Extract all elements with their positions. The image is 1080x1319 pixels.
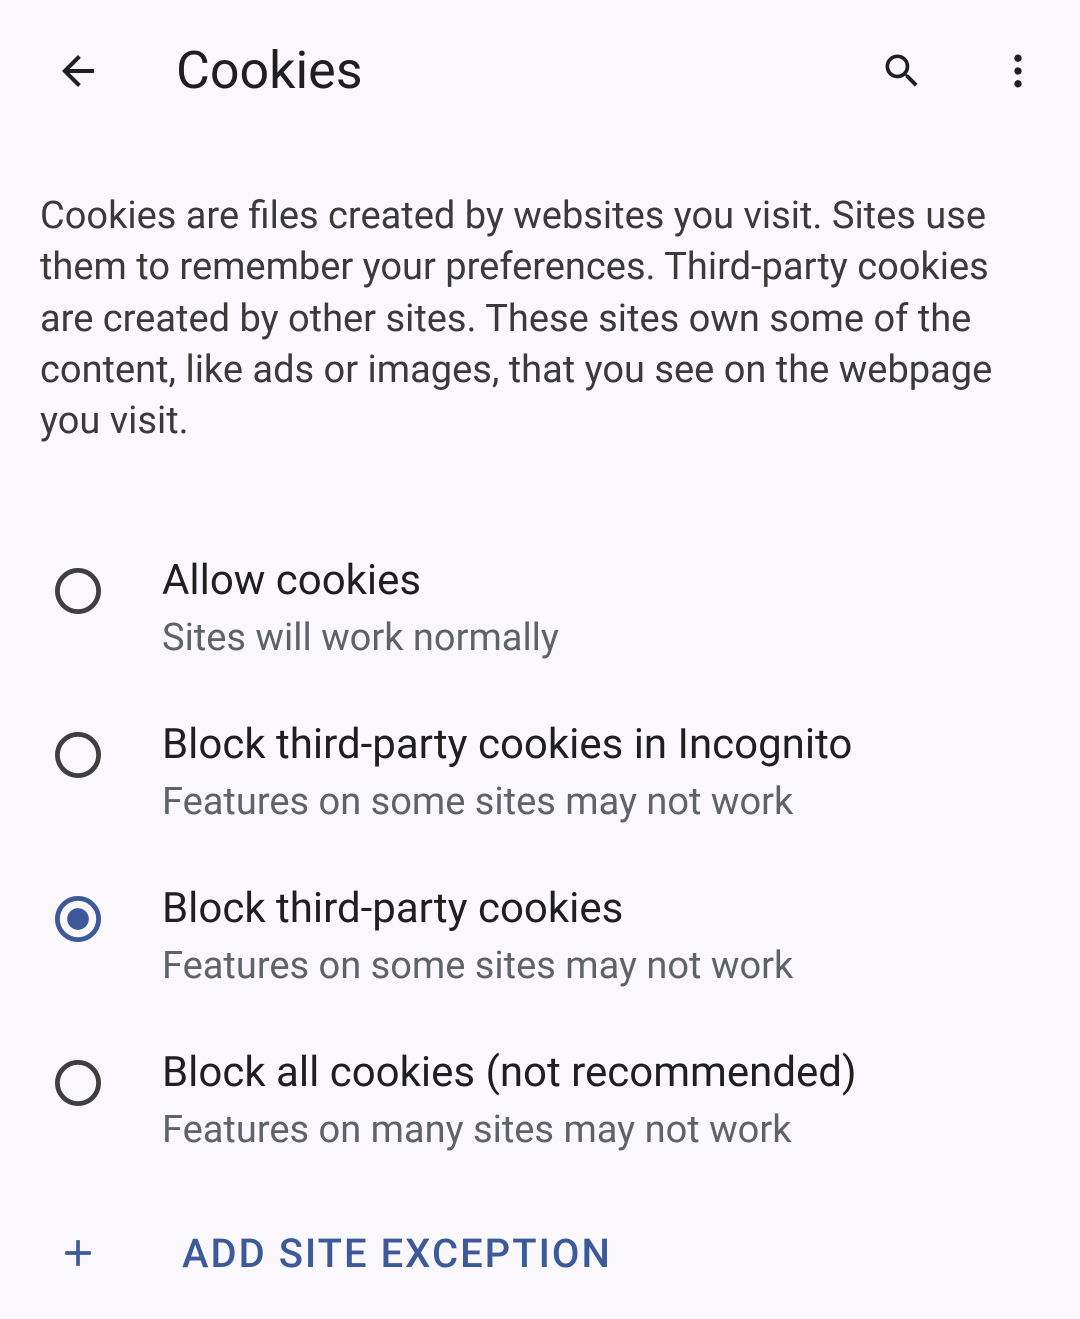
option-subtitle: Sites will work normally (162, 614, 559, 663)
radio-button[interactable] (52, 565, 104, 617)
radio-unchecked-icon (52, 729, 104, 781)
app-bar: Cookies (0, 0, 1080, 131)
plus-icon (52, 1227, 104, 1279)
radio-button[interactable] (52, 893, 104, 945)
option-subtitle: Features on some sites may not work (162, 778, 852, 827)
cookies-description: Cookies are files created by websites yo… (0, 131, 1080, 497)
add-site-exception-label: ADD SITE EXCEPTION (182, 1230, 612, 1277)
search-button[interactable] (872, 41, 932, 101)
radio-unchecked-icon (52, 565, 104, 617)
option-text: Block third-party cookies Features on so… (162, 883, 793, 991)
back-button[interactable] (48, 41, 108, 101)
search-icon (880, 49, 924, 93)
option-text: Allow cookies Sites will work normally (162, 555, 559, 663)
radio-button[interactable] (52, 729, 104, 781)
option-text: Block third-party cookies in Incognito F… (162, 719, 852, 827)
option-block-third-party-incognito[interactable]: Block third-party cookies in Incognito F… (0, 691, 1080, 855)
page-title: Cookies (176, 40, 816, 101)
add-site-exception-button[interactable]: ADD SITE EXCEPTION (0, 1183, 1080, 1319)
cookie-options: Allow cookies Sites will work normally B… (0, 497, 1080, 1183)
radio-button[interactable] (52, 1057, 104, 1109)
option-block-all[interactable]: Block all cookies (not recommended) Feat… (0, 1019, 1080, 1183)
back-arrow-icon (54, 47, 102, 95)
option-block-third-party[interactable]: Block third-party cookies Features on so… (0, 855, 1080, 1019)
radio-checked-icon (52, 893, 104, 945)
option-title: Allow cookies (162, 555, 559, 608)
option-title: Block all cookies (not recommended) (162, 1047, 857, 1100)
option-text: Block all cookies (not recommended) Feat… (162, 1047, 857, 1155)
option-title: Block third-party cookies (162, 883, 793, 936)
more-vert-icon (996, 49, 1040, 93)
overflow-menu-button[interactable] (988, 41, 1048, 101)
radio-unchecked-icon (52, 1057, 104, 1109)
option-subtitle: Features on many sites may not work (162, 1106, 857, 1155)
option-allow-cookies[interactable]: Allow cookies Sites will work normally (0, 527, 1080, 691)
option-title: Block third-party cookies in Incognito (162, 719, 852, 772)
option-subtitle: Features on some sites may not work (162, 942, 793, 991)
